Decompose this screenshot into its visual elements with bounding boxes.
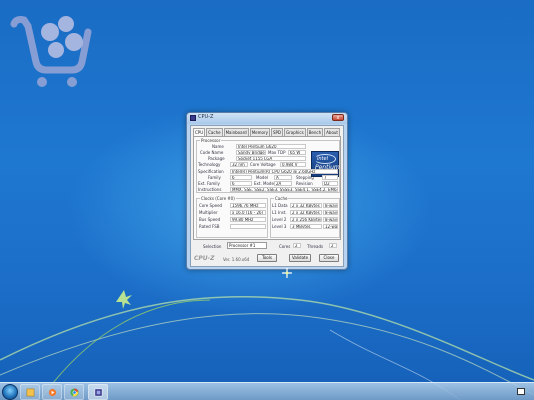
cpu-tab-panel: Processor Name Intel Pentium G620 Code N… xyxy=(193,136,341,240)
extmodel-label: Ext. Model xyxy=(254,181,276,186)
explorer-icon xyxy=(26,388,35,397)
extfamily-value: 6 xyxy=(230,181,252,186)
multiplier-label: Multiplier xyxy=(199,210,218,215)
package-value: Socket 1155 LGA xyxy=(236,156,306,161)
bus-speed-label: Bus Speed xyxy=(199,217,221,222)
tools-button[interactable]: Tools xyxy=(257,254,277,262)
revision-value: D2 xyxy=(322,181,338,186)
notification-area[interactable] xyxy=(512,383,534,400)
selection-label: Selection xyxy=(203,244,222,249)
tab-about[interactable]: About xyxy=(324,128,340,136)
l1d-value: 2 x 32 KBytes xyxy=(290,203,322,208)
tab-bench[interactable]: Bench xyxy=(306,128,324,136)
rated-fsb-value xyxy=(230,224,266,229)
multiplier-value: x 16.0 (16 - 26) xyxy=(230,210,266,215)
specification-label: Specification xyxy=(198,169,224,174)
bus-speed-value: 99.80 MHz xyxy=(230,217,266,222)
l3-way: 12-way xyxy=(323,224,338,229)
family-value: 6 xyxy=(230,175,252,180)
l1d-way: 8-way xyxy=(323,203,338,208)
tab-cache[interactable]: Cache xyxy=(206,128,223,136)
taskbar-cpuz[interactable] xyxy=(88,384,108,400)
cart-logo-icon xyxy=(10,16,92,87)
specification-value: Intel(R) Pentium(R) CPU G620 @ 2.60GHz xyxy=(230,169,338,174)
selection-dropdown[interactable]: Processor #1 xyxy=(227,242,267,249)
l1d-label: L1 Data xyxy=(272,203,288,208)
tab-spd[interactable]: SPD xyxy=(270,128,284,136)
l2-value: 2 x 256 KBytes xyxy=(290,217,322,222)
taskbar-media[interactable] xyxy=(42,384,62,400)
l1i-way: 8-way xyxy=(323,210,338,215)
technology-value: 32 nm xyxy=(230,162,248,167)
l1i-label: L1 Inst. xyxy=(272,210,287,215)
window-client: CPU Cache Mainboard Memory SPD Graphics … xyxy=(190,125,344,267)
extmodel-value: 2A xyxy=(274,181,292,186)
tab-cpu[interactable]: CPU xyxy=(193,128,206,136)
close-button[interactable]: x xyxy=(332,114,344,121)
stepping-value: 7 xyxy=(322,175,338,180)
tab-mainboard[interactable]: Mainboard xyxy=(223,128,249,136)
codename-label: Code Name xyxy=(200,150,224,155)
cpuz-taskbar-icon xyxy=(94,388,103,397)
intel-logo-brand: intel xyxy=(317,156,328,162)
maxtdp-value: 65 W xyxy=(288,150,306,155)
window-title: CPU-Z xyxy=(198,114,214,120)
family-label: Family xyxy=(208,175,221,180)
window-footer: CPU-Z Ver. 1.60.x64 Tools Validate Close xyxy=(193,253,341,264)
tab-strip: CPU Cache Mainboard Memory SPD Graphics … xyxy=(193,128,340,136)
revision-label: Revision xyxy=(296,181,313,186)
stepping-label: Stepping xyxy=(296,175,314,180)
package-label: Package xyxy=(208,156,225,161)
taskbar-ie[interactable] xyxy=(20,384,40,400)
rated-fsb-label: Rated FSB xyxy=(199,224,220,229)
instructions-value: MMX, SSE, SSE2, SSE3, SSSE3, SSE4.1, SSE… xyxy=(230,187,338,192)
ok-button[interactable]: Close xyxy=(319,254,339,262)
media-player-icon xyxy=(48,388,57,397)
codename-value: Sandy Bridge xyxy=(236,150,266,155)
name-value: Intel Pentium G620 xyxy=(236,144,306,149)
name-label: Name xyxy=(212,144,224,149)
tab-graphics[interactable]: Graphics xyxy=(284,128,306,136)
l3-label: Level 3 xyxy=(272,224,287,229)
extfamily-label: Ext. Family xyxy=(198,181,220,186)
l2-label: Level 2 xyxy=(272,217,287,222)
cache-group-title: Cache xyxy=(274,196,289,201)
technology-label: Technology xyxy=(198,162,221,167)
version-text: Ver. 1.60.x64 xyxy=(223,257,250,262)
chrome-icon xyxy=(70,388,79,397)
core-speed-value: 1596.76 MHz xyxy=(230,203,266,208)
cpuz-window[interactable]: CPU-Z x CPU Cache Mainboard Memory SPD G… xyxy=(186,112,348,270)
validate-button[interactable]: Validate xyxy=(289,254,311,262)
taskbar xyxy=(0,382,534,400)
desktop: CPU-Z x CPU Cache Mainboard Memory SPD G… xyxy=(0,0,534,400)
taskbar-chrome[interactable] xyxy=(64,384,84,400)
selection-row: Selection Processor #1 Cores 2 Threads 2 xyxy=(193,242,341,250)
maxtdp-label: Max TDP xyxy=(268,150,286,155)
tab-memory[interactable]: Memory xyxy=(249,128,270,136)
core-speed-label: Core Speed xyxy=(199,203,223,208)
model-value: A xyxy=(274,175,292,180)
cpuz-brand: CPU-Z xyxy=(194,255,215,262)
start-button[interactable] xyxy=(2,384,18,400)
l1i-value: 2 x 32 KBytes xyxy=(290,210,322,215)
window-titlebar[interactable]: CPU-Z x xyxy=(187,113,347,124)
cores-label: Cores xyxy=(279,244,291,249)
cores-value: 2 xyxy=(293,243,301,248)
model-label: Model xyxy=(256,175,269,180)
voltage-value: 0.984 V xyxy=(280,162,306,167)
cursor-icon xyxy=(282,268,292,278)
l3-value: 3 MBytes xyxy=(290,224,322,229)
instructions-label: Instructions xyxy=(198,187,222,192)
threads-value: 2 xyxy=(329,243,337,248)
threads-label: Threads xyxy=(307,244,324,249)
cpuz-app-icon xyxy=(190,115,196,121)
action-center-flag-icon[interactable] xyxy=(517,388,525,395)
l2-way: 8-way xyxy=(323,217,338,222)
voltage-label: Core Voltage xyxy=(250,162,276,167)
processor-group-title: Processor xyxy=(200,138,222,143)
clocks-group-title: Clocks (Core #0) xyxy=(200,196,236,201)
